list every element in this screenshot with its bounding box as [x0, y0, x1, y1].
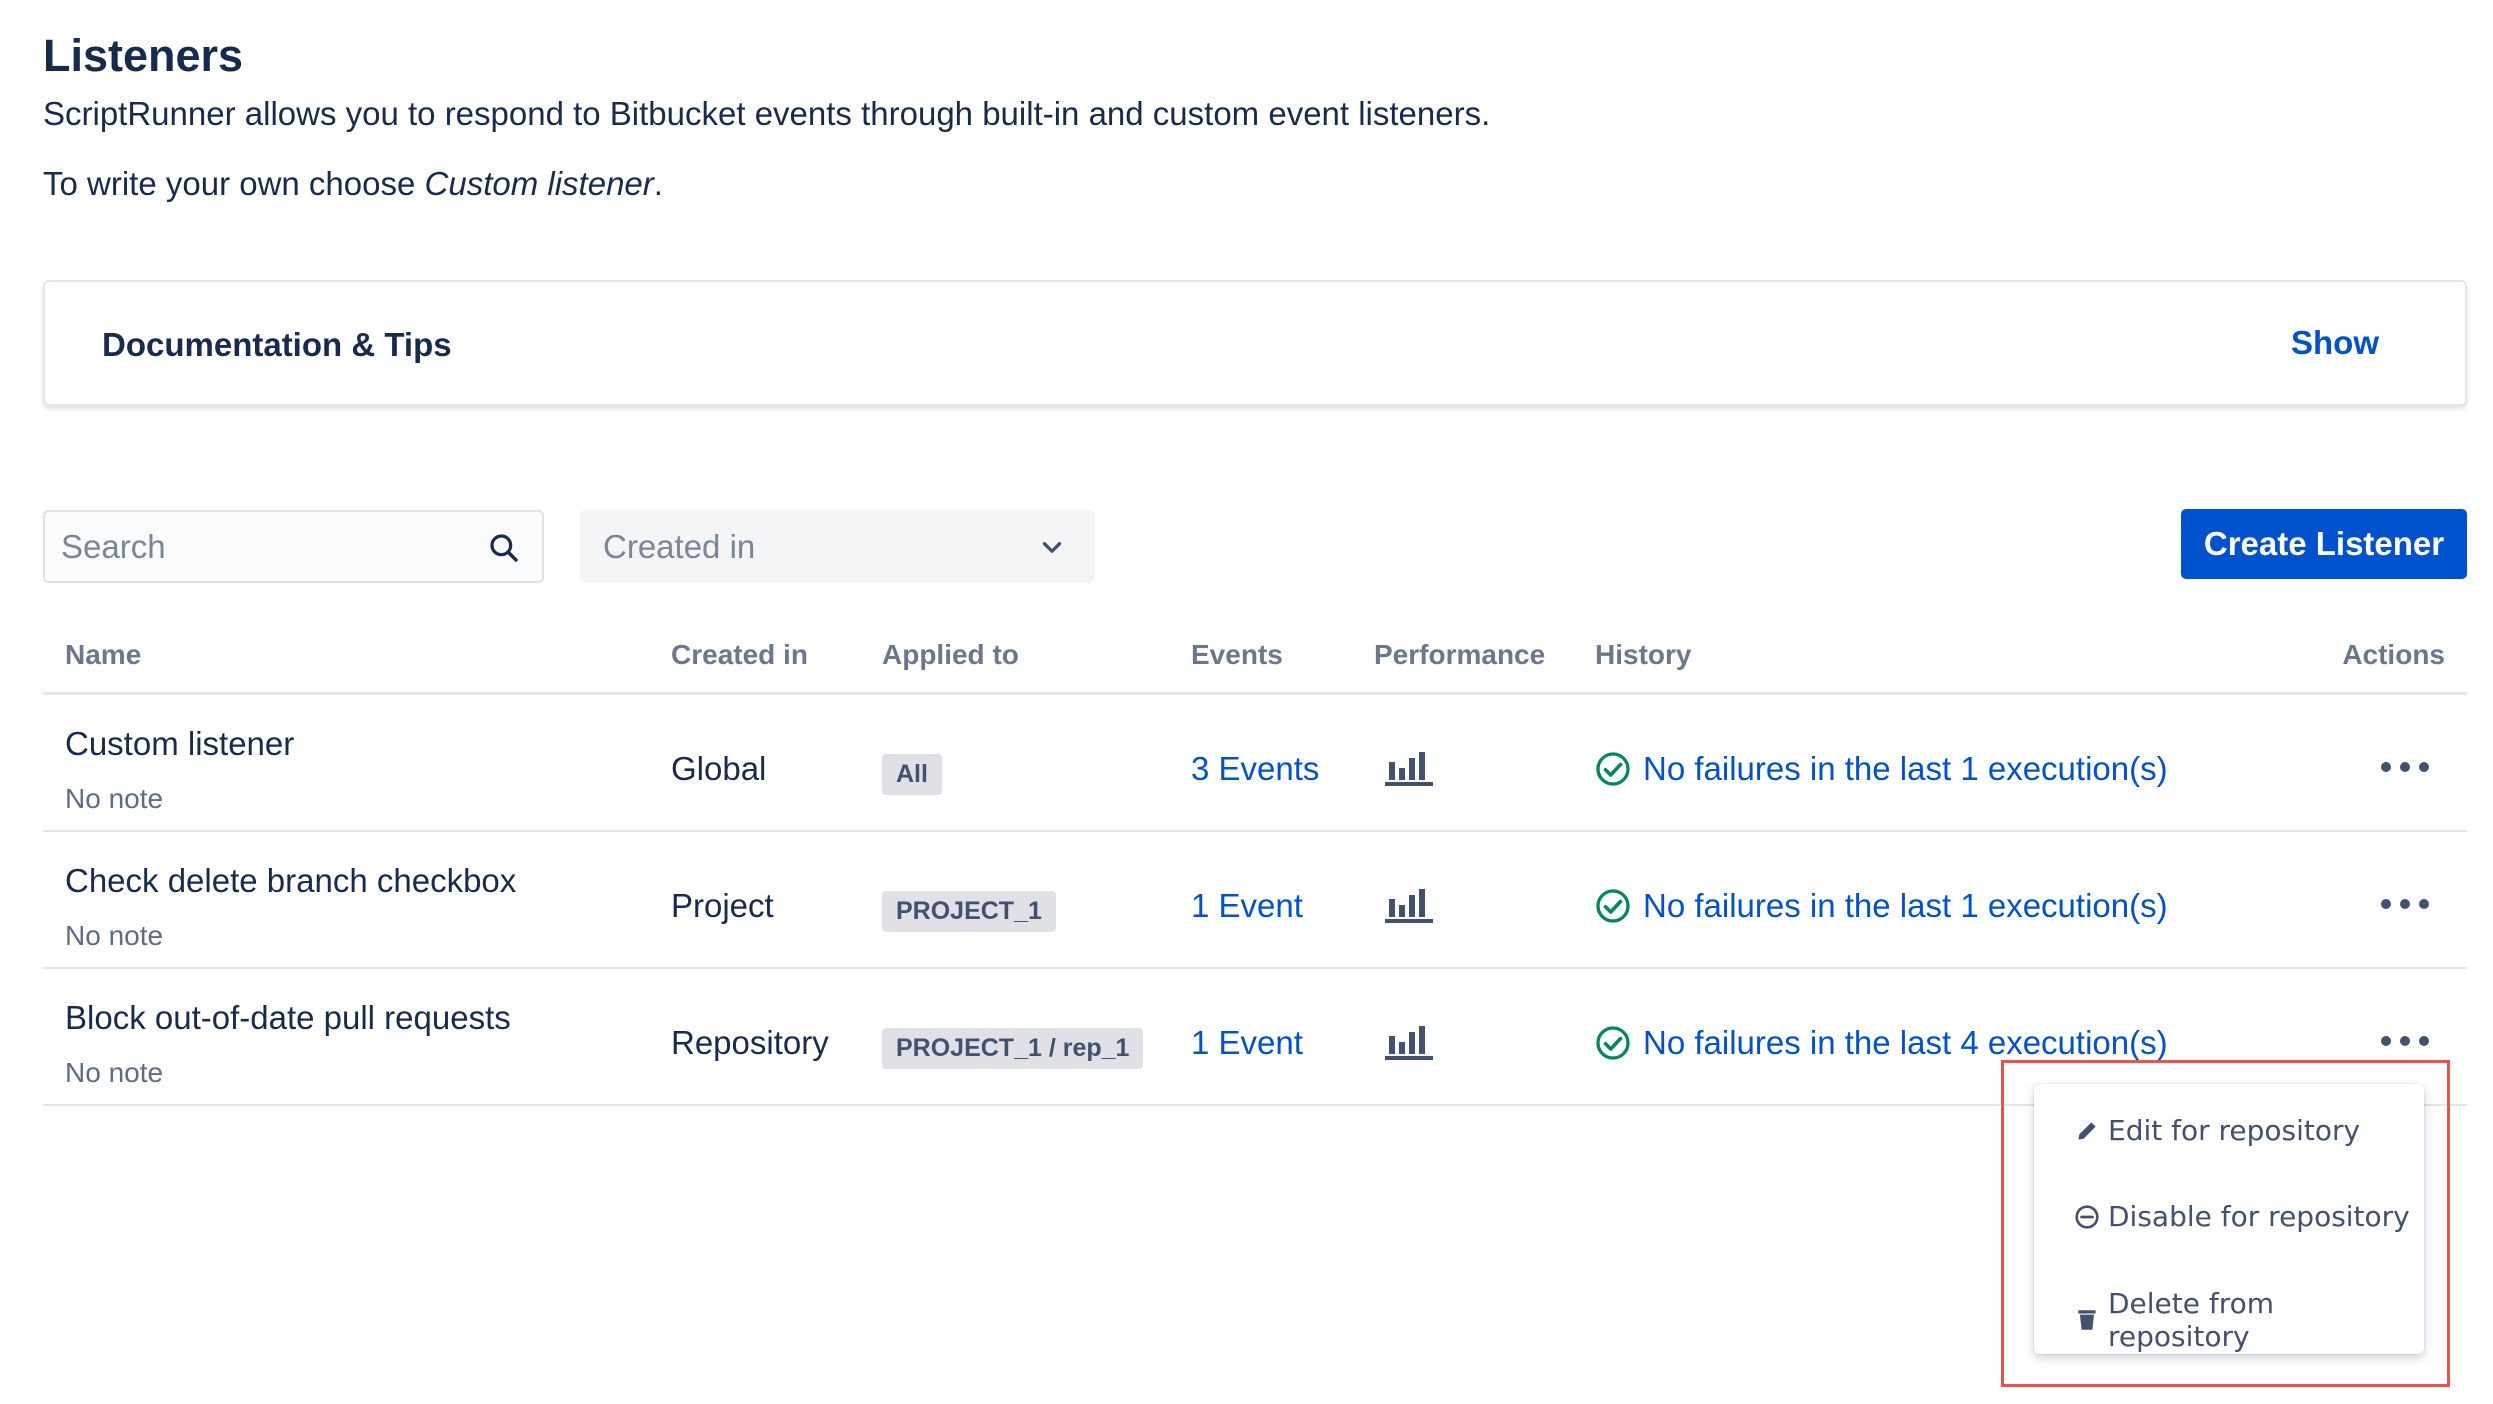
check-circle-icon: [1596, 752, 1630, 786]
page-title: Listeners: [43, 30, 244, 81]
applied-to-lozenge: All: [882, 754, 942, 795]
created-in-select-label: Created in: [603, 528, 756, 565]
table-row: Check delete branch checkbox No note Pro…: [43, 832, 2467, 969]
documentation-title: Documentation & Tips: [102, 326, 452, 363]
listeners-table: Name Created in Applied to Events Perfor…: [43, 625, 2467, 1106]
create-listener-button[interactable]: Create Listener: [2181, 509, 2467, 579]
created-in-value: Global: [671, 750, 767, 787]
history-text: No failures in the last 4 execution(s): [1643, 1024, 2168, 1061]
dot: [2381, 899, 2391, 909]
header-applied-to[interactable]: Applied to: [882, 625, 1019, 685]
listener-note: No note: [65, 1057, 164, 1088]
history-link[interactable]: No failures in the last 1 execution(s): [1595, 750, 2168, 788]
dot: [2400, 899, 2410, 909]
listener-note: No note: [65, 783, 164, 814]
dot: [2400, 762, 2410, 772]
documentation-panel: Documentation & Tips Show: [43, 280, 2467, 406]
menu-item-disable[interactable]: Disable for repository: [2074, 1200, 2410, 1233]
check-circle-icon: [1596, 889, 1630, 923]
dot: [2419, 1036, 2429, 1046]
dot: [2381, 1036, 2391, 1046]
search-input[interactable]: [61, 522, 481, 572]
dot: [2400, 1036, 2410, 1046]
hint-suffix: .: [653, 165, 663, 202]
created-in-value: Project: [671, 887, 774, 924]
documentation-show-link[interactable]: Show: [2291, 324, 2379, 362]
menu-item-label: Disable for repository: [2108, 1200, 2410, 1233]
header-history: History: [1595, 639, 1692, 670]
listener-note: No note: [65, 920, 164, 951]
page-hint: To write your own choose Custom listener…: [43, 165, 663, 203]
minus-circle-icon: [2075, 1204, 2099, 1229]
header-actions: Actions: [2342, 639, 2445, 670]
created-in-value: Repository: [671, 1024, 829, 1061]
listener-name: Check delete branch checkbox: [65, 862, 517, 899]
action-dropdown-menu: Edit for repository Disable for reposito…: [2034, 1084, 2424, 1354]
events-link[interactable]: 1 Event: [1191, 1024, 1303, 1062]
hint-prefix: To write your own choose: [43, 165, 425, 202]
applied-to-lozenge: PROJECT_1: [882, 891, 1056, 932]
search-icon: [490, 534, 518, 562]
header-created-in[interactable]: Created in: [671, 625, 808, 685]
table-row: Custom listener No note Global All 3 Eve…: [43, 695, 2467, 832]
performance-chart-icon[interactable]: [1385, 750, 1437, 786]
menu-item-edit[interactable]: Edit for repository: [2074, 1114, 2360, 1147]
history-text: No failures in the last 1 execution(s): [1643, 750, 2168, 787]
listener-name: Custom listener: [65, 725, 295, 762]
header-events: Events: [1191, 639, 1283, 670]
more-actions-button[interactable]: [2373, 884, 2437, 924]
header-performance: Performance: [1374, 639, 1546, 670]
dot: [2419, 762, 2429, 772]
more-actions-button[interactable]: [2373, 747, 2437, 787]
menu-item-label: Edit for repository: [2108, 1114, 2361, 1147]
trash-icon: [2078, 1310, 2096, 1330]
page-description: ScriptRunner allows you to respond to Bi…: [43, 95, 1491, 132]
hint-emphasis: Custom listener: [424, 165, 654, 202]
header-name[interactable]: Name: [65, 625, 141, 685]
pencil-icon: [2078, 1121, 2096, 1140]
history-text: No failures in the last 1 execution(s): [1643, 887, 2168, 924]
applied-to-lozenge: PROJECT_1 / rep_1: [882, 1028, 1144, 1069]
events-link[interactable]: 3 Events: [1191, 750, 1319, 788]
chevron-down-icon: [1042, 542, 1062, 553]
listener-name: Block out-of-date pull requests: [65, 999, 511, 1036]
more-actions-button[interactable]: [2373, 1021, 2437, 1061]
events-link[interactable]: 1 Event: [1191, 887, 1303, 925]
performance-chart-icon[interactable]: [1385, 887, 1437, 923]
performance-chart-icon[interactable]: [1385, 1024, 1437, 1060]
dot: [2381, 762, 2391, 772]
menu-item-delete[interactable]: Delete from repository: [2074, 1287, 2424, 1353]
history-link[interactable]: No failures in the last 4 execution(s): [1595, 1024, 2168, 1062]
table-header: Name Created in Applied to Events Perfor…: [43, 625, 2467, 695]
history-link[interactable]: No failures in the last 1 execution(s): [1595, 887, 2168, 925]
check-circle-icon: [1596, 1026, 1630, 1060]
menu-item-label: Delete from repository: [2107, 1287, 2275, 1353]
search-field[interactable]: [43, 510, 544, 583]
dot: [2419, 899, 2429, 909]
created-in-select[interactable]: Created in: [580, 510, 1095, 583]
